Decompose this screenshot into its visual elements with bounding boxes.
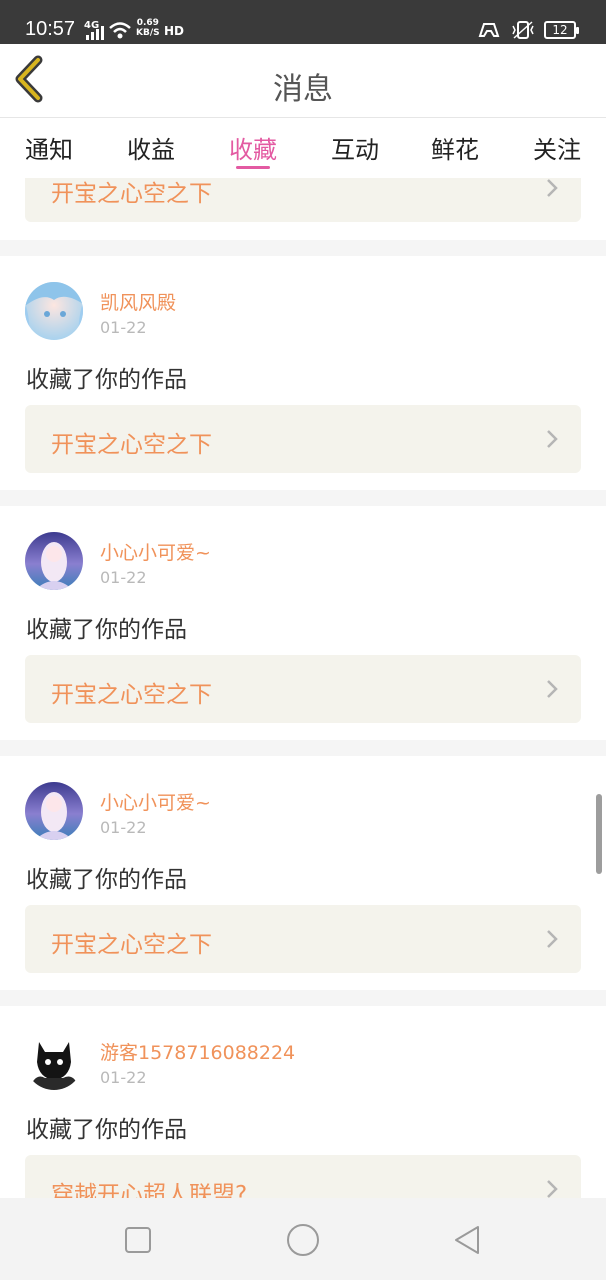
date: 01-22: [100, 818, 147, 837]
avatar[interactable]: [25, 282, 83, 340]
tab-earnings[interactable]: 收益: [116, 130, 186, 165]
status-bar: 10:57 4G 0.69 KB/S HD 12: [0, 0, 606, 44]
action-text: 收藏了你的作品: [26, 1117, 187, 1143]
action-text: 收藏了你的作品: [26, 617, 187, 643]
work-link[interactable]: 开宝之心空之下: [25, 905, 581, 973]
work-link[interactable]: 开宝之心空之下: [25, 178, 581, 222]
signal-icon: [86, 26, 104, 40]
tab-interactions[interactable]: 互动: [320, 130, 390, 165]
circle-icon[interactable]: [285, 1222, 321, 1258]
list-item: 小心小可爱~ 01-22 收藏了你的作品 开宝之心空之下: [0, 506, 606, 740]
avatar-image: [25, 282, 83, 340]
work-title: 开宝之心空之下: [51, 932, 212, 958]
square-icon[interactable]: [120, 1222, 156, 1258]
message-list[interactable]: 开宝之心空之下 凯风风殿 01-22 收藏了你的作品 开宝之心空之下 小心小可爱…: [0, 178, 606, 1198]
work-title: 开宝之心空之下: [51, 181, 212, 207]
system-nav-bar: [0, 1198, 606, 1280]
work-link[interactable]: 开宝之心空之下: [25, 655, 581, 723]
avatar[interactable]: [25, 1032, 83, 1090]
tab-active-indicator: [236, 166, 270, 169]
work-title: 穿越开心超人联盟?: [51, 1182, 248, 1198]
avatar-image: [25, 532, 83, 590]
list-item: 小心小可爱~ 01-22 收藏了你的作品 开宝之心空之下: [0, 756, 606, 990]
page-title: 消息: [273, 72, 333, 107]
user-name[interactable]: 凯风风殿: [100, 288, 176, 315]
work-link[interactable]: 穿越开心超人联盟?: [25, 1155, 581, 1198]
date: 01-22: [100, 568, 147, 587]
work-link[interactable]: 开宝之心空之下: [25, 405, 581, 473]
user-name[interactable]: 游客1578716088224: [100, 1038, 295, 1065]
work-title: 开宝之心空之下: [51, 432, 212, 458]
avatar-image: [25, 782, 83, 840]
list-item: 游客1578716088224 01-22 收藏了你的作品 穿越开心超人联盟?: [0, 1006, 606, 1198]
speed-unit: KB/S: [136, 28, 160, 38]
chevron-right-icon: [547, 430, 558, 448]
status-time: 10:57: [25, 18, 76, 40]
app-header: 消息: [0, 44, 606, 118]
date: 01-22: [100, 318, 147, 337]
avatar[interactable]: [25, 532, 83, 590]
user-name[interactable]: 小心小可爱~: [100, 788, 211, 815]
chevron-right-icon: [547, 680, 558, 698]
network-speed: 0.69 KB/S: [136, 18, 160, 38]
user-name[interactable]: 小心小可爱~: [100, 538, 211, 565]
scrollbar[interactable]: [596, 794, 602, 874]
tab-favorites[interactable]: 收藏: [218, 130, 288, 165]
chevron-right-icon: [547, 1180, 558, 1198]
list-item: 凯风风殿 01-22 收藏了你的作品 开宝之心空之下: [0, 256, 606, 490]
avatar-image: [25, 1032, 83, 1090]
tab-following[interactable]: 关注: [522, 130, 592, 165]
tab-notifications[interactable]: 通知: [14, 130, 84, 165]
battery-icon: 12: [544, 21, 579, 39]
avatar[interactable]: [25, 782, 83, 840]
tab-bar: 通知 收益 收藏 互动 鲜花 关注: [0, 118, 606, 178]
date: 01-22: [100, 1068, 147, 1087]
hd-badge: HD: [164, 24, 185, 38]
chevron-right-icon: [547, 179, 558, 197]
action-text: 收藏了你的作品: [26, 367, 187, 393]
tab-flowers[interactable]: 鲜花: [420, 130, 490, 165]
status-right-icons: 12: [476, 20, 579, 40]
vibrate-icon: [512, 21, 534, 39]
wifi-icon: [109, 22, 131, 39]
work-title: 开宝之心空之下: [51, 682, 212, 708]
triangle-back-icon[interactable]: [450, 1222, 486, 1258]
action-text: 收藏了你的作品: [26, 867, 187, 893]
gamepad-icon: [478, 23, 500, 37]
chevron-right-icon: [547, 930, 558, 948]
list-item-partial: 开宝之心空之下: [0, 178, 606, 240]
speed-value: 0.69: [136, 18, 159, 28]
